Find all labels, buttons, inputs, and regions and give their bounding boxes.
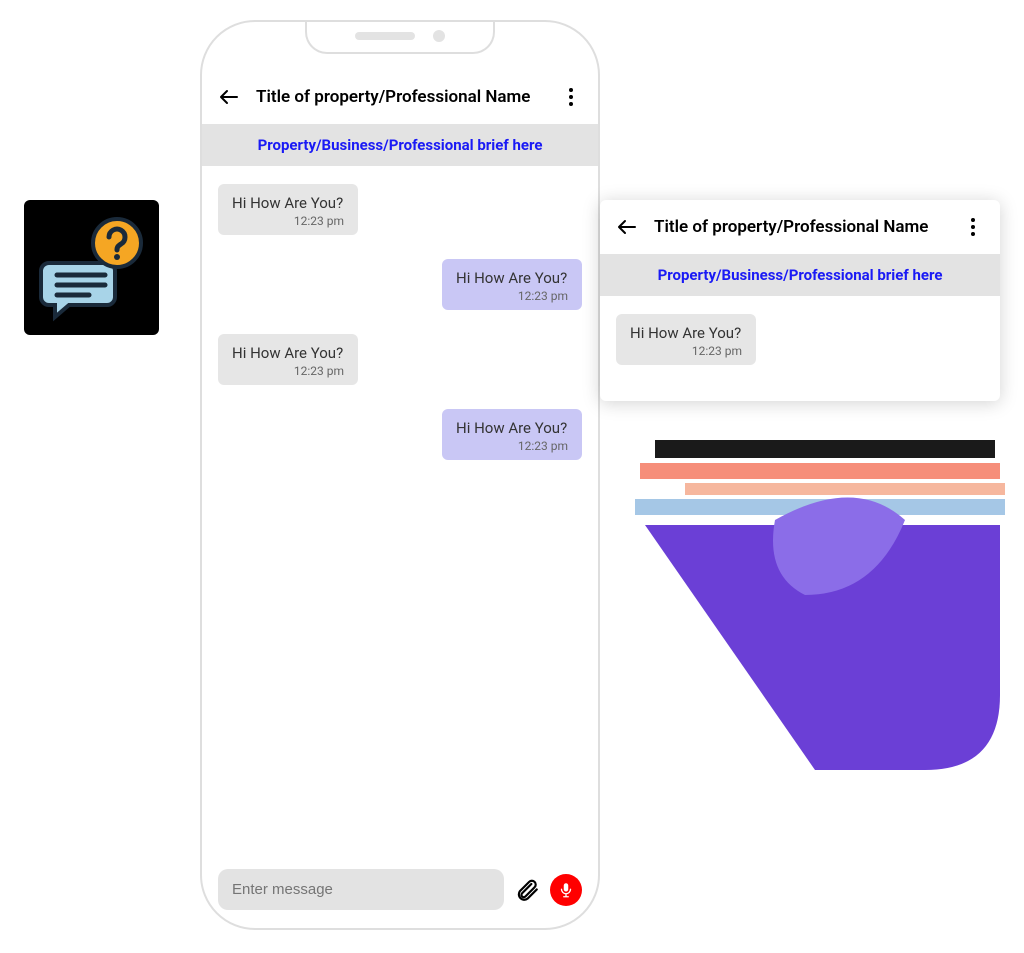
message-row: Hi How Are You? 12:23 pm [218, 409, 582, 484]
message-time: 12:23 pm [630, 344, 742, 358]
voice-record-button[interactable] [550, 874, 582, 906]
message-time: 12:23 pm [456, 289, 568, 303]
floating-chat-card: Title of property/Professional Name Prop… [600, 200, 1000, 401]
chat-question-icon [37, 213, 147, 323]
card-back-button[interactable] [614, 214, 640, 240]
phone-frame: Title of property/Professional Name Prop… [200, 20, 600, 930]
notch-camera [433, 30, 445, 42]
attach-button[interactable] [514, 877, 540, 903]
message-composer [218, 869, 582, 910]
message-text: Hi How Are You? [232, 194, 344, 212]
message-row: Hi How Are You? 12:23 pm [616, 314, 984, 389]
brief-banner: Property/Business/Professional brief her… [202, 124, 598, 166]
arrow-left-icon [615, 215, 639, 239]
card-header: Title of property/Professional Name [600, 200, 1000, 254]
card-brief-banner: Property/Business/Professional brief her… [600, 254, 1000, 296]
message-row: Hi How Are You? 12:23 pm [218, 184, 582, 259]
message-time: 12:23 pm [232, 364, 344, 378]
message-text: Hi How Are You? [456, 419, 568, 437]
message-bubble-incoming: Hi How Are You? 12:23 pm [218, 184, 358, 235]
card-title: Title of property/Professional Name [654, 217, 946, 237]
message-input[interactable] [218, 869, 504, 910]
phone-notch [305, 20, 495, 54]
card-more-options-button[interactable] [960, 214, 986, 240]
message-row: Hi How Are You? 12:23 pm [218, 259, 582, 334]
paperclip-icon [514, 877, 540, 903]
more-options-button[interactable] [558, 84, 584, 110]
chat-title: Title of property/Professional Name [256, 87, 544, 107]
message-time: 12:23 pm [232, 214, 344, 228]
arrow-left-icon [217, 85, 241, 109]
message-bubble-incoming: Hi How Are You? 12:23 pm [616, 314, 756, 365]
message-bubble-outgoing: Hi How Are You? 12:23 pm [442, 409, 582, 460]
card-messages-list: Hi How Are You? 12:23 pm [600, 296, 1000, 401]
chat-header: Title of property/Professional Name [202, 70, 598, 124]
message-bubble-incoming: Hi How Are You? 12:23 pm [218, 334, 358, 385]
decorative-blob [605, 435, 1005, 785]
message-bubble-outgoing: Hi How Are You? 12:23 pm [442, 259, 582, 310]
message-time: 12:23 pm [456, 439, 568, 453]
message-text: Hi How Are You? [456, 269, 568, 287]
notch-speaker [355, 32, 415, 40]
messages-list: Hi How Are You? 12:23 pm Hi How Are You?… [202, 166, 598, 502]
message-text: Hi How Are You? [232, 344, 344, 362]
chat-faq-badge [24, 200, 159, 335]
microphone-icon [557, 881, 575, 899]
back-button[interactable] [216, 84, 242, 110]
message-row: Hi How Are You? 12:23 pm [218, 334, 582, 409]
message-text: Hi How Are You? [630, 324, 742, 342]
